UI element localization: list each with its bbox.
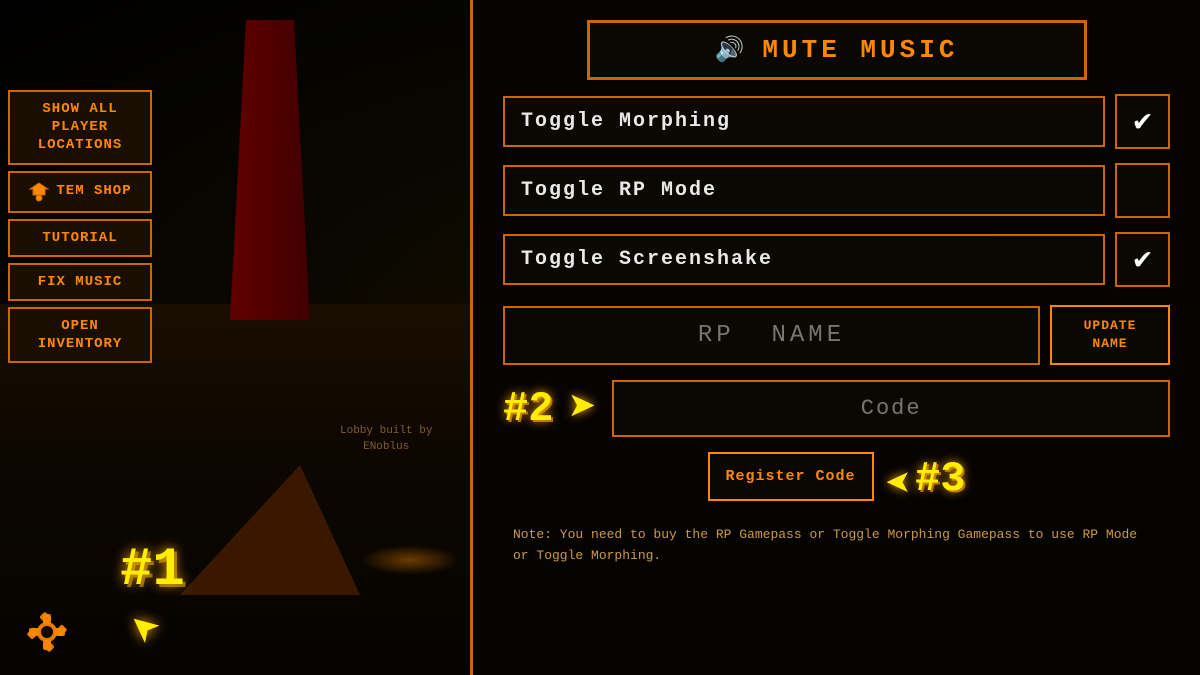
main-panel: 🔊 MUTE MUSIC Toggle Morphing Toggle RP M… (470, 0, 1200, 675)
toggle-screenshake-checkbox[interactable] (1115, 232, 1170, 287)
tem-shop-button[interactable]: TEM SHOP (8, 171, 152, 213)
code-row: #2 ➤ (503, 379, 1170, 438)
bg-glow (360, 545, 460, 575)
toggle-morphing-button[interactable]: Toggle Morphing (503, 96, 1105, 147)
register-code-button[interactable]: Register Code (708, 452, 874, 501)
speaker-icon: 🔊 (715, 35, 749, 65)
bg-curtain (230, 20, 310, 320)
fix-music-button[interactable]: Fix Music (8, 263, 152, 301)
tem-icon (28, 181, 50, 203)
annotation-1: #1 ➤ (120, 544, 185, 655)
fix-music-label: Fix Music (38, 274, 123, 290)
toggle-screenshake-button[interactable]: Toggle Screenshake (503, 234, 1105, 285)
note-text: Note: You need to buy the RP Gamepass or… (503, 525, 1170, 567)
code-input[interactable] (612, 380, 1170, 437)
register-code-area: Register Code ➤ #3 (503, 452, 1170, 506)
show-all-locations-label: Show All Player Locations (38, 101, 123, 153)
tutorial-button[interactable]: Tutorial (8, 219, 152, 257)
annotation-3-container: ➤ #3 (884, 452, 966, 506)
show-all-locations-button[interactable]: Show All Player Locations (8, 90, 152, 165)
tutorial-label: Tutorial (42, 230, 117, 246)
register-code-label: Register Code (726, 468, 856, 485)
update-name-label: UPDATE NAME (1084, 318, 1137, 351)
bg-ramp (180, 465, 360, 595)
toggle-rp-mode-checkbox[interactable] (1115, 163, 1170, 218)
toggle-morphing-label: Toggle Morphing (521, 110, 731, 133)
toggle-screenshake-row: Toggle Screenshake (503, 232, 1170, 287)
rp-name-row: UPDATE NAME (503, 305, 1170, 365)
rp-name-input[interactable] (503, 306, 1040, 365)
toggle-rp-mode-button[interactable]: Toggle RP Mode (503, 165, 1105, 216)
open-inventory-label: OPEN INVENTORY (38, 318, 123, 352)
toggle-rp-mode-row: Toggle RP Mode (503, 163, 1170, 218)
mute-music-label: MUTE MUSIC (762, 35, 958, 65)
mute-music-button[interactable]: 🔊 MUTE MUSIC (587, 20, 1087, 80)
annotation-2-label: #2 (503, 385, 553, 433)
gear-icon[interactable] (15, 600, 80, 670)
tem-shop-label: TEM SHOP (56, 182, 131, 200)
annotation-3-label: #3 (915, 455, 965, 503)
toggle-rp-mode-label: Toggle RP Mode (521, 179, 717, 202)
annotation-2-arrow: ➤ (568, 379, 597, 438)
open-inventory-button[interactable]: OPEN INVENTORY (8, 307, 152, 363)
toggle-morphing-checkbox[interactable] (1115, 94, 1170, 149)
lobby-credit: Lobby built by ENoblus (340, 424, 432, 455)
annotation-3-arrow: ➤ (884, 452, 911, 506)
toggle-morphing-row: Toggle Morphing (503, 94, 1170, 149)
update-name-button[interactable]: UPDATE NAME (1050, 305, 1170, 365)
toggle-screenshake-label: Toggle Screenshake (521, 248, 773, 271)
